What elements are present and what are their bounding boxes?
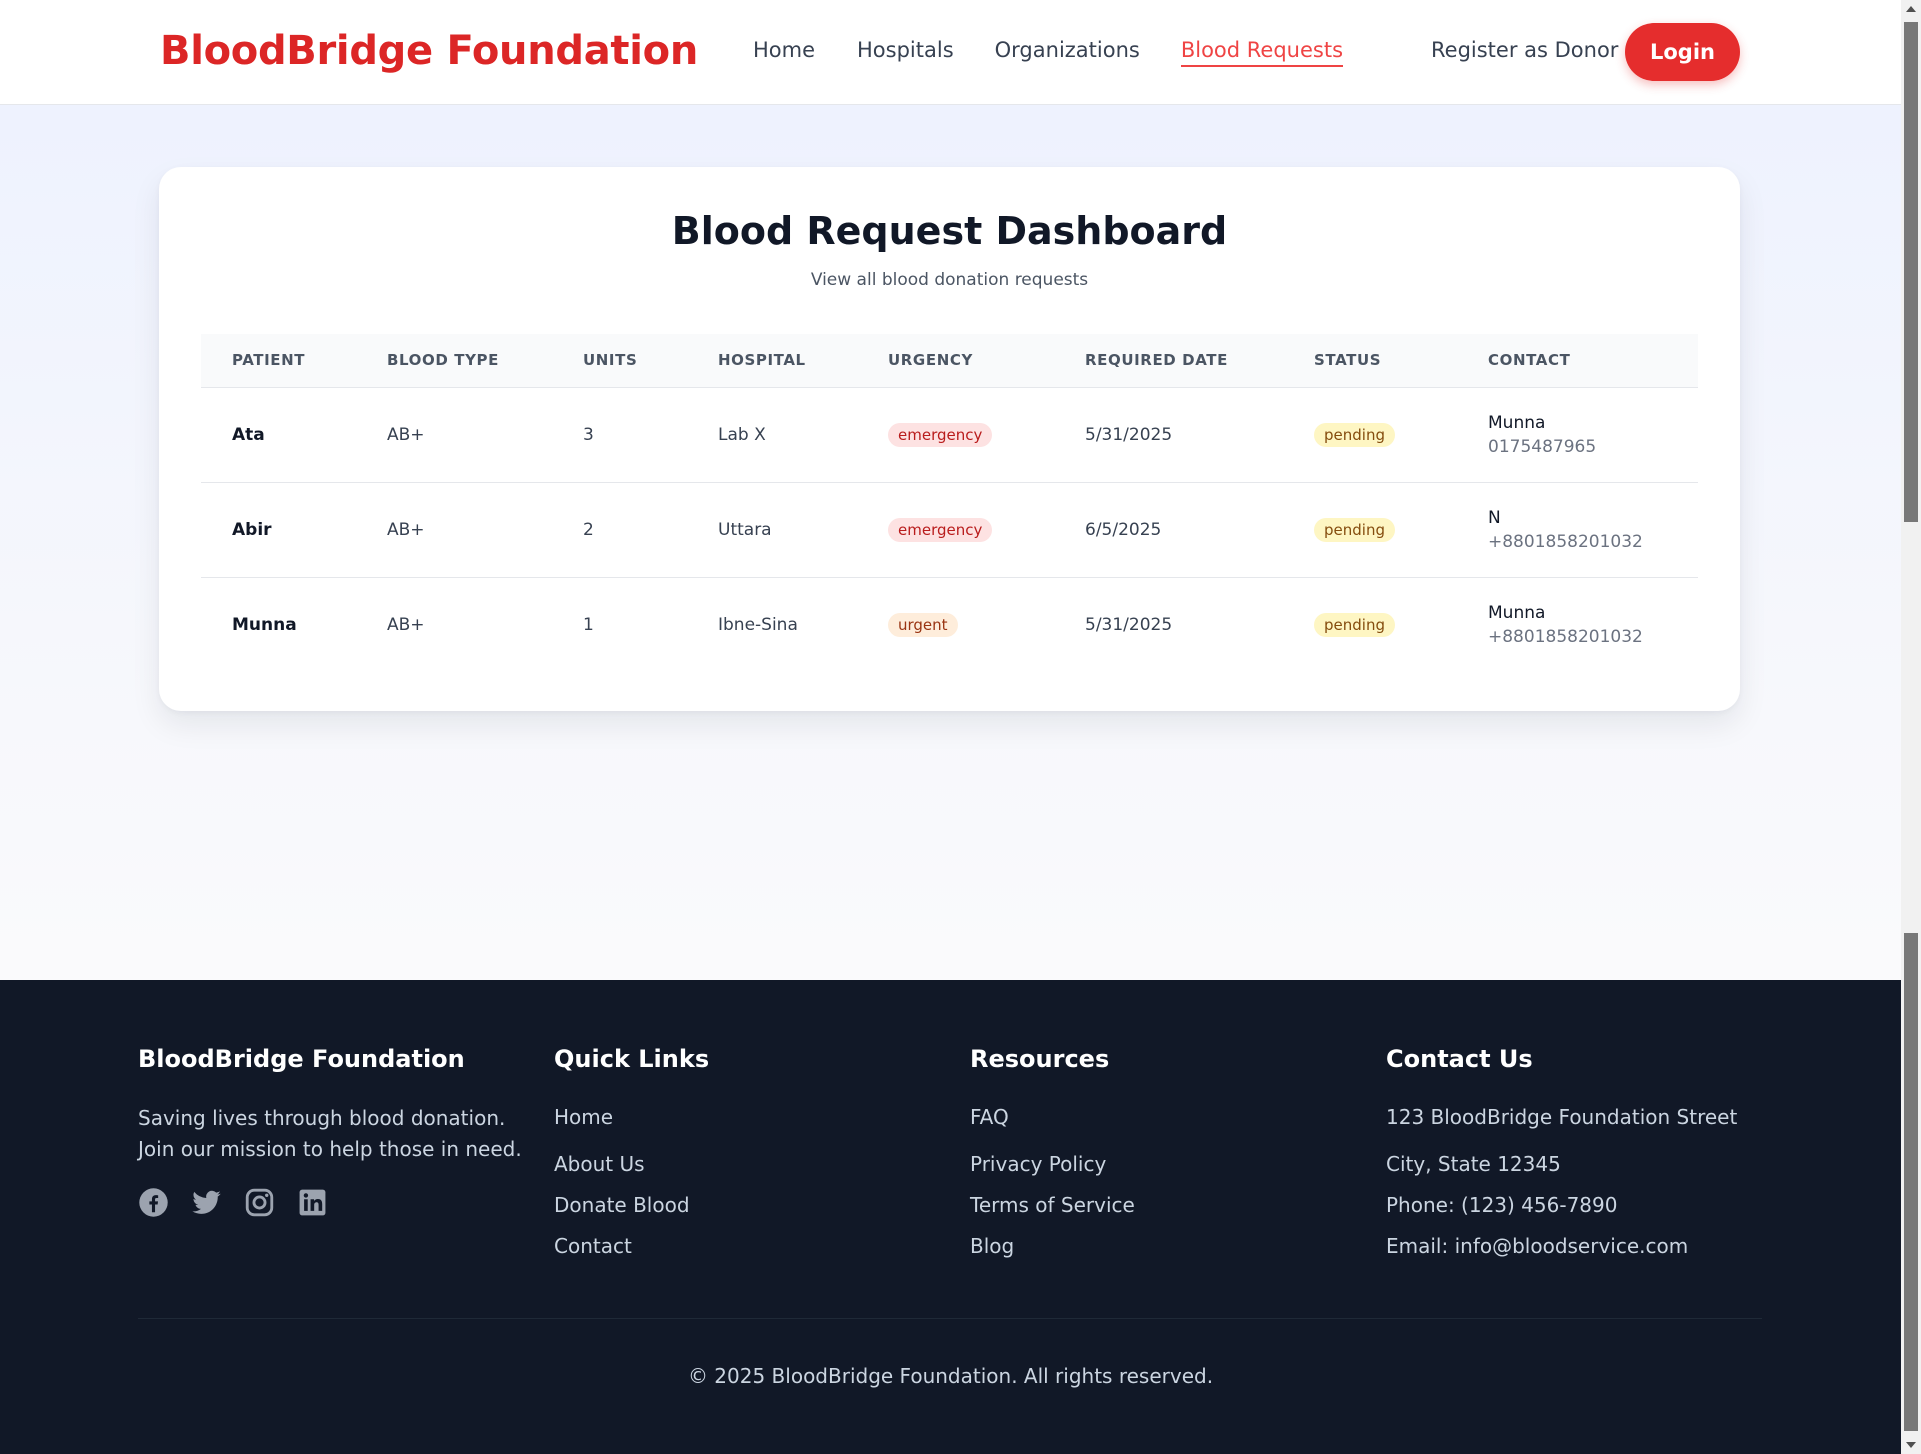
footer-contact-address: 123 BloodBridge Foundation Street <box>1386 1105 1738 1129</box>
cell-required-date: 5/31/2025 <box>1085 424 1173 445</box>
nav-hospitals[interactable]: Hospitals <box>857 38 954 67</box>
footer-link-faq[interactable]: FAQ <box>970 1103 1350 1144</box>
cell-patient: Ata <box>232 424 265 445</box>
urgency-badge: urgent <box>888 612 958 637</box>
page-scrollbar[interactable] <box>1901 0 1921 1454</box>
register-donor-link[interactable]: Register as Donor <box>1431 38 1618 62</box>
contact-phone: +8801858201032 <box>1488 626 1643 647</box>
scroll-down-icon[interactable] <box>1906 1442 1916 1448</box>
requests-table: PATIENT BLOOD TYPE UNITS HOSPITAL URGENC… <box>201 334 1698 672</box>
table-row[interactable]: Abir AB+ 2 Uttara emergency 6/5/2025 pen… <box>201 482 1698 577</box>
cell-hospital: Ibne-Sina <box>718 614 798 635</box>
col-header-patient: PATIENT <box>201 334 356 388</box>
footer-contact: Contact Us 123 BloodBridge Foundation St… <box>1386 1045 1806 1267</box>
main-content: Blood Request Dashboard View all blood d… <box>0 105 1901 980</box>
cell-status: pending <box>1283 482 1457 577</box>
table-row[interactable]: Munna AB+ 1 Ibne-Sina urgent 5/31/2025 p… <box>201 577 1698 672</box>
facebook-icon[interactable] <box>138 1187 169 1218</box>
main-nav: Home Hospitals Organizations Blood Reque… <box>753 38 1384 67</box>
contact-phone: +8801858201032 <box>1488 531 1643 552</box>
footer-quick-links: Quick Links Home About Us Donate Blood C… <box>554 1045 934 1267</box>
cell-blood-type: AB+ <box>387 424 425 445</box>
contact-name: Munna <box>1488 412 1546 433</box>
cell-hospital: Lab X <box>718 424 766 445</box>
social-links <box>138 1187 538 1218</box>
cell-patient: Munna <box>232 614 297 635</box>
urgency-badge: emergency <box>888 517 993 542</box>
footer-link-privacy[interactable]: Privacy Policy <box>970 1144 1350 1185</box>
col-header-contact: CONTACT <box>1457 334 1698 388</box>
instagram-icon[interactable] <box>244 1187 275 1218</box>
table-row[interactable]: Ata AB+ 3 Lab X emergency 5/31/2025 pend… <box>201 387 1698 482</box>
col-header-required-date: REQUIRED DATE <box>1054 334 1283 388</box>
cell-hospital: Uttara <box>718 519 772 540</box>
col-header-hospital: HOSPITAL <box>687 334 857 388</box>
cell-units: 1 <box>583 614 594 635</box>
cell-units: 2 <box>583 519 594 540</box>
status-badge: pending <box>1314 612 1395 637</box>
footer-about-line2: Join our mission to help those in need. <box>138 1137 522 1161</box>
cell-required-date: 6/5/2025 <box>1085 519 1162 540</box>
footer-link-contact[interactable]: Contact <box>554 1226 934 1267</box>
scroll-up-icon[interactable] <box>1906 6 1916 12</box>
table-header-row: PATIENT BLOOD TYPE UNITS HOSPITAL URGENC… <box>201 334 1698 388</box>
col-header-urgency: URGENCY <box>857 334 1054 388</box>
footer-link-donate[interactable]: Donate Blood <box>554 1185 934 1226</box>
site-footer: BloodBridge Foundation Saving lives thro… <box>0 980 1901 1454</box>
cell-required-date: 5/31/2025 <box>1085 614 1173 635</box>
status-badge: pending <box>1314 517 1395 542</box>
cell-contact: N +8801858201032 <box>1457 482 1698 577</box>
contact-name: N <box>1488 507 1501 528</box>
cell-contact: Munna +8801858201032 <box>1457 577 1698 672</box>
cell-blood-type: AB+ <box>387 614 425 635</box>
cell-status: pending <box>1283 577 1457 672</box>
scroll-thumb[interactable] <box>1904 22 1918 522</box>
contact-phone: 0175487965 <box>1488 436 1597 457</box>
linkedin-icon[interactable] <box>297 1187 328 1218</box>
nav-home[interactable]: Home <box>753 38 815 67</box>
page: BloodBridge Foundation Home Hospitals Or… <box>0 0 1901 1454</box>
cell-units: 3 <box>583 424 594 445</box>
status-badge: pending <box>1314 422 1395 447</box>
copyright: © 2025 BloodBridge Foundation. All right… <box>687 1364 1214 1388</box>
cell-urgency: emergency <box>857 482 1054 577</box>
brand-logo[interactable]: BloodBridge Foundation <box>160 28 698 74</box>
nav-organizations[interactable]: Organizations <box>995 38 1140 67</box>
page-subtitle: View all blood donation requests <box>810 270 1089 290</box>
footer-resources: Resources FAQ Privacy Policy Terms of Se… <box>970 1045 1350 1267</box>
col-header-status: STATUS <box>1283 334 1457 388</box>
cell-blood-type: AB+ <box>387 519 425 540</box>
cell-patient: Abir <box>232 519 272 540</box>
footer-about: BloodBridge Foundation Saving lives thro… <box>138 1045 538 1218</box>
cell-contact: Munna 0175487965 <box>1457 387 1698 482</box>
footer-divider <box>138 1318 1762 1319</box>
footer-link-blog[interactable]: Blog <box>970 1226 1350 1267</box>
cell-urgency: emergency <box>857 387 1054 482</box>
footer-link-terms[interactable]: Terms of Service <box>970 1185 1350 1226</box>
footer-quick-links-title: Quick Links <box>554 1045 710 1073</box>
footer-contact-title: Contact Us <box>1386 1045 1533 1073</box>
site-header: BloodBridge Foundation Home Hospitals Or… <box>0 0 1901 105</box>
footer-about-title: BloodBridge Foundation <box>138 1045 465 1073</box>
login-button[interactable]: Login <box>1625 23 1740 81</box>
contact-name: Munna <box>1488 602 1546 623</box>
nav-blood-requests[interactable]: Blood Requests <box>1180 38 1344 67</box>
cell-status: pending <box>1283 387 1457 482</box>
footer-contact-phone: Phone: (123) 456-7890 <box>1386 1193 1618 1217</box>
col-header-blood-type: BLOOD TYPE <box>356 334 552 388</box>
footer-contact-city: City, State 12345 <box>1386 1152 1561 1176</box>
cell-urgency: urgent <box>857 577 1054 672</box>
footer-link-about[interactable]: About Us <box>554 1144 934 1185</box>
footer-link-home[interactable]: Home <box>554 1103 934 1144</box>
twitter-icon[interactable] <box>191 1187 222 1218</box>
col-header-units: UNITS <box>552 334 687 388</box>
dashboard-card: Blood Request Dashboard View all blood d… <box>159 167 1740 711</box>
footer-resources-title: Resources <box>970 1045 1110 1073</box>
page-title: Blood Request Dashboard <box>671 209 1228 253</box>
footer-about-line1: Saving lives through blood donation. <box>138 1106 506 1130</box>
urgency-badge: emergency <box>888 422 993 447</box>
footer-contact-email: Email: info@bloodservice.com <box>1386 1234 1689 1258</box>
scroll-thumb-lower[interactable] <box>1904 933 1918 1431</box>
